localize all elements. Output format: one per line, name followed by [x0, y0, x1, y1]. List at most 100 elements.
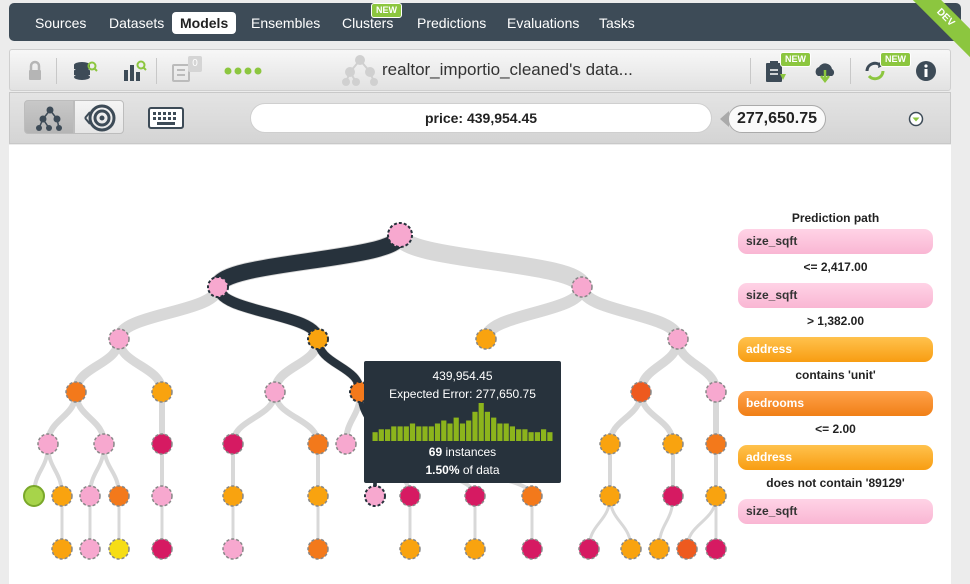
histogram-bar — [403, 426, 409, 441]
nav-models[interactable]: Models — [172, 12, 237, 34]
path-field-2[interactable]: size_sqft — [738, 283, 933, 308]
prediction-path-node[interactable] — [307, 328, 329, 350]
tree-node[interactable] — [222, 538, 244, 560]
tree-node[interactable] — [705, 485, 727, 507]
nav-ensembles[interactable]: Ensembles — [243, 12, 328, 34]
model-toolbar: 0 realtor_importio_cleaned's data... NEW — [9, 49, 951, 91]
histogram-bar — [397, 426, 403, 441]
nav-datasets[interactable]: Datasets — [101, 12, 172, 34]
tree-node[interactable] — [151, 485, 173, 507]
histogram-bar — [534, 432, 540, 441]
path-field-5[interactable]: address — [738, 445, 933, 470]
histogram-bar — [434, 423, 441, 441]
prediction-path-branch — [212, 285, 324, 341]
histogram-bar — [484, 411, 490, 441]
sunburst-view-button[interactable] — [74, 100, 124, 134]
tree-node[interactable] — [51, 485, 73, 507]
tree-node[interactable] — [662, 485, 684, 507]
tree-node[interactable] — [648, 538, 670, 560]
path-condition-3: contains 'unit' — [795, 368, 876, 382]
tree-node[interactable] — [662, 433, 684, 455]
tree-node[interactable] — [464, 538, 486, 560]
tree-node[interactable] — [307, 538, 329, 560]
path-field-6[interactable]: size_sqft — [738, 499, 933, 524]
tree-node[interactable] — [222, 433, 244, 455]
tree-node[interactable] — [571, 276, 593, 298]
histogram-bar — [472, 411, 478, 441]
histogram-bar — [547, 432, 553, 441]
tree-node[interactable] — [630, 381, 652, 403]
histogram-bar — [541, 429, 547, 441]
tree-node[interactable] — [620, 538, 642, 560]
path-field-4[interactable]: bedrooms — [738, 391, 933, 416]
chart-search-icon[interactable] — [121, 58, 147, 84]
tree-node[interactable] — [79, 485, 101, 507]
tree-node[interactable] — [399, 485, 421, 507]
nav-evaluations[interactable]: Evaluations — [499, 12, 587, 34]
tree-node[interactable] — [79, 538, 101, 560]
tree-node[interactable] — [65, 381, 87, 403]
tree-node[interactable] — [307, 485, 329, 507]
tree-node[interactable] — [108, 328, 130, 350]
tree-node[interactable] — [93, 433, 115, 455]
path-condition-4: <= 2.00 — [815, 422, 856, 436]
tree-node[interactable] — [108, 538, 130, 560]
prediction-path-branch — [209, 231, 409, 291]
histogram-bar — [516, 429, 522, 441]
tree-node[interactable] — [578, 538, 600, 560]
tree-node[interactable] — [464, 485, 486, 507]
tree-node[interactable] — [37, 433, 59, 455]
tree-node[interactable] — [399, 538, 421, 560]
histogram-bar — [528, 432, 534, 441]
tooltip-percent-value: 1.50% — [425, 463, 460, 477]
histogram-bar — [441, 420, 447, 441]
prediction-path-node[interactable] — [207, 276, 229, 298]
node-tooltip: 439,954.45 Expected Error: 277,650.75 69… — [364, 361, 561, 483]
tree-node[interactable] — [151, 433, 173, 455]
tree-node[interactable] — [705, 538, 727, 560]
lock-icon[interactable] — [22, 58, 48, 84]
model-title: realtor_importio_cleaned's data... — [382, 60, 633, 79]
tree-branch — [113, 285, 224, 341]
tree-node[interactable] — [705, 433, 727, 455]
tree-node[interactable] — [599, 485, 621, 507]
path-field-3[interactable]: address — [738, 337, 933, 362]
tree-branch — [391, 231, 591, 291]
tree-node[interactable] — [521, 485, 543, 507]
tree-node[interactable] — [667, 328, 689, 350]
chevron-down-icon[interactable] — [908, 111, 924, 127]
dataset-search-icon[interactable] — [72, 58, 98, 84]
keyboard-icon[interactable] — [148, 107, 184, 129]
path-field-1[interactable]: size_sqft — [738, 229, 933, 254]
tree-view-button[interactable] — [24, 100, 74, 134]
nav-predictions[interactable]: Predictions — [409, 12, 494, 34]
more-options-icon[interactable] — [223, 66, 265, 76]
tree-node[interactable] — [521, 538, 543, 560]
tree-node[interactable] — [335, 433, 357, 455]
app-root: Sources Datasets Models Ensembles Cluste… — [0, 0, 970, 584]
tree-node[interactable] — [151, 538, 173, 560]
tree-branch — [480, 285, 588, 341]
histogram-bar — [385, 429, 391, 441]
tree-node[interactable] — [264, 381, 286, 403]
tooltip-error: Expected Error: 277,650.75 — [389, 387, 536, 401]
tree-node[interactable] — [23, 485, 45, 507]
tree-node[interactable] — [307, 433, 329, 455]
cloud-download-icon[interactable] — [812, 58, 838, 84]
tree-node[interactable] — [151, 381, 173, 403]
nav-tasks[interactable]: Tasks — [591, 12, 643, 34]
prediction-input[interactable]: price: 439,954.45 — [250, 103, 712, 133]
histogram-bar — [459, 423, 466, 441]
prediction-path-node[interactable] — [364, 485, 386, 507]
tree-node[interactable] — [475, 328, 497, 350]
tree-node[interactable] — [222, 485, 244, 507]
tree-node[interactable] — [705, 381, 727, 403]
tree-node[interactable] — [599, 433, 621, 455]
tree-node[interactable] — [108, 485, 130, 507]
prediction-path-node[interactable] — [387, 222, 413, 248]
tree-node[interactable] — [676, 538, 698, 560]
nav-sources[interactable]: Sources — [27, 12, 94, 34]
download-new-badge: NEW — [780, 52, 811, 67]
info-icon[interactable] — [913, 58, 939, 84]
tree-node[interactable] — [51, 538, 73, 560]
